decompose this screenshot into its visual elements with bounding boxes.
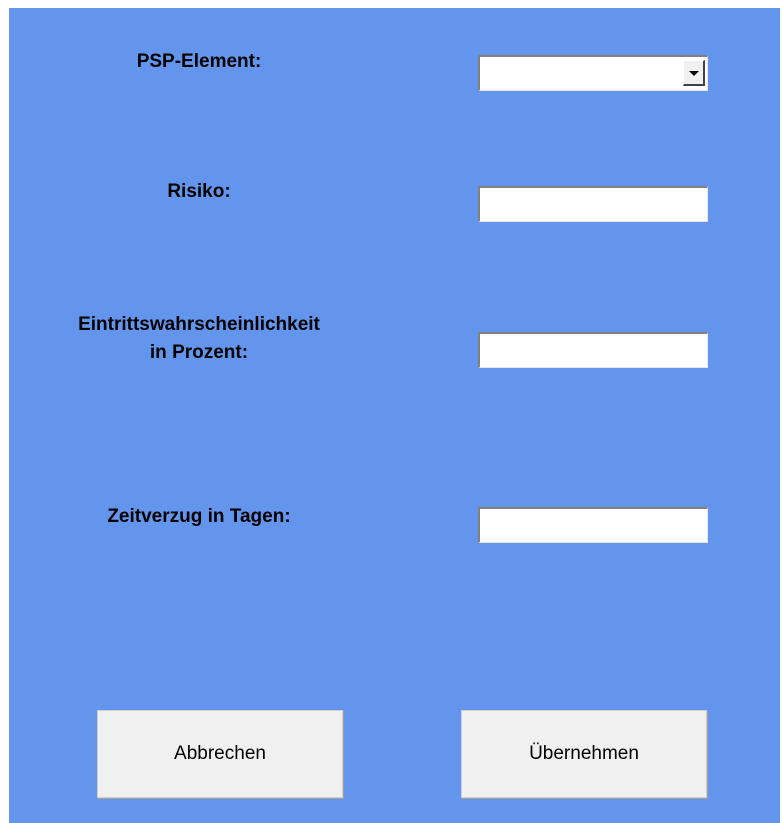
eintrittswahrscheinlichkeit-label-line2: in Prozent: [149, 342, 249, 363]
eintrittswahrscheinlichkeit-label-line1: Eintrittswahrscheinlichkeit [78, 314, 320, 335]
zeitverzug-input[interactable] [478, 507, 708, 543]
risiko-input[interactable] [478, 186, 708, 222]
chevron-down-icon [689, 71, 699, 76]
risiko-label: Risiko: [167, 181, 231, 202]
zeitverzug-label: Zeitverzug in Tagen: [107, 506, 291, 527]
apply-button[interactable]: Übernehmen [461, 710, 707, 798]
eintrittswahrscheinlichkeit-input[interactable] [478, 332, 708, 368]
psp-element-select[interactable] [478, 55, 708, 91]
psp-element-label: PSP-Element: [136, 51, 262, 72]
dropdown-button[interactable] [683, 60, 705, 86]
form-panel: PSP-Element: Risiko: Eintrittswahrschein… [9, 8, 780, 823]
eintrittswahrscheinlichkeit-label: Eintrittswahrscheinlichkeit in Prozent: [49, 311, 349, 367]
cancel-button[interactable]: Abbrechen [97, 710, 343, 798]
